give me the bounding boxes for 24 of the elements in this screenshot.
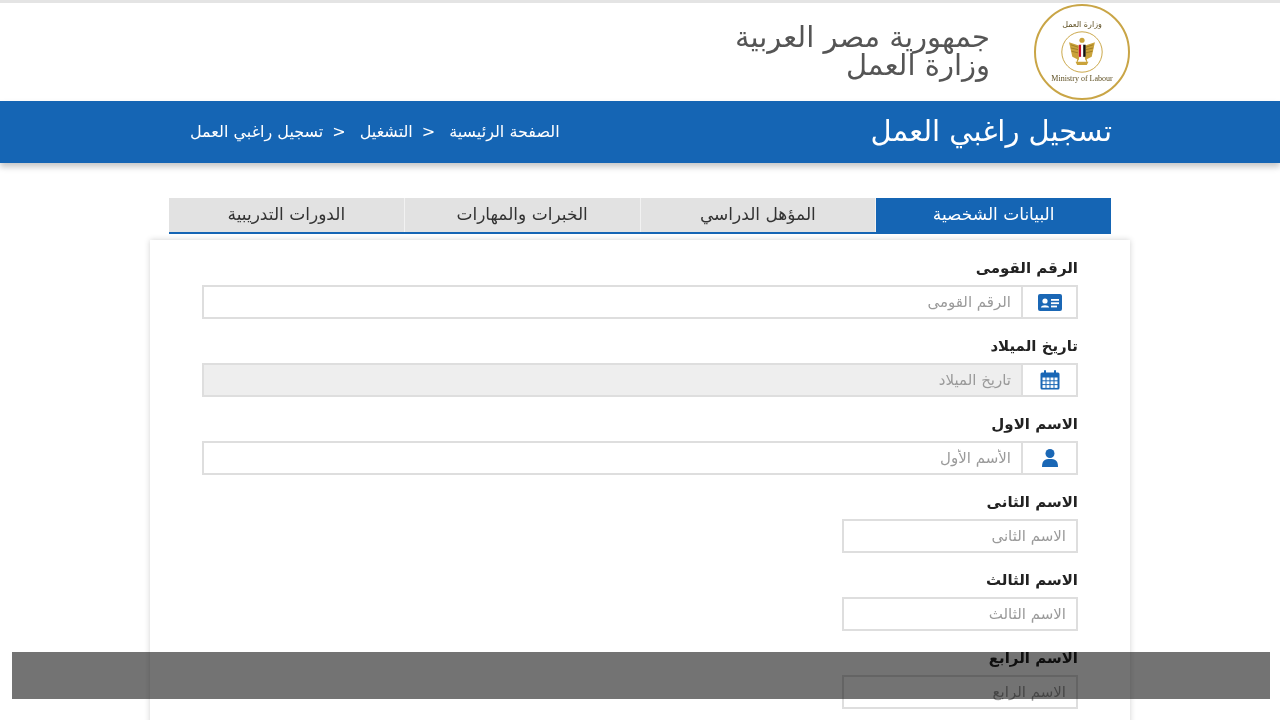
field-label: الاسم الاول: [991, 415, 1078, 433]
tab[interactable]: البيانات الشخصية: [876, 198, 1111, 232]
text-field[interactable]: الأسم الأول: [202, 441, 1021, 475]
field-label: الاسم الرابع: [988, 649, 1078, 667]
breadcrumb-link[interactable]: التشغيل: [359, 120, 413, 144]
user-icon: [1041, 449, 1058, 467]
logo-text: وزارة العمل: [1062, 20, 1102, 30]
field-label: الاسم الثانى: [986, 493, 1078, 511]
field-label: تاريخ الميلاد: [990, 337, 1078, 355]
text-field[interactable]: الاسم الرابع: [842, 675, 1078, 709]
text-field[interactable]: الرقم القومى: [202, 285, 1021, 319]
breadcrumb-separator: >: [332, 121, 346, 143]
eagle-emblem-icon: [1061, 31, 1103, 73]
breadcrumb-link[interactable]: الصفحة الرئيسية: [449, 120, 560, 144]
text-field[interactable]: الاسم الثانى: [842, 519, 1078, 553]
field-label: الاسم الثالث: [985, 571, 1078, 589]
page-title: تسجيل راغبي العمل: [870, 113, 1112, 151]
logo-text: Ministry of Labour: [1051, 74, 1113, 84]
calendar-icon: [1039, 370, 1060, 390]
breadcrumb-separator: >: [421, 121, 436, 143]
breadcrumb-current: تسجيل راغبي العمل: [190, 121, 324, 144]
field-label: الرقم القومى: [975, 259, 1078, 277]
text-field[interactable]: الاسم الثالث: [842, 597, 1078, 631]
id-card-icon: [1037, 293, 1062, 311]
